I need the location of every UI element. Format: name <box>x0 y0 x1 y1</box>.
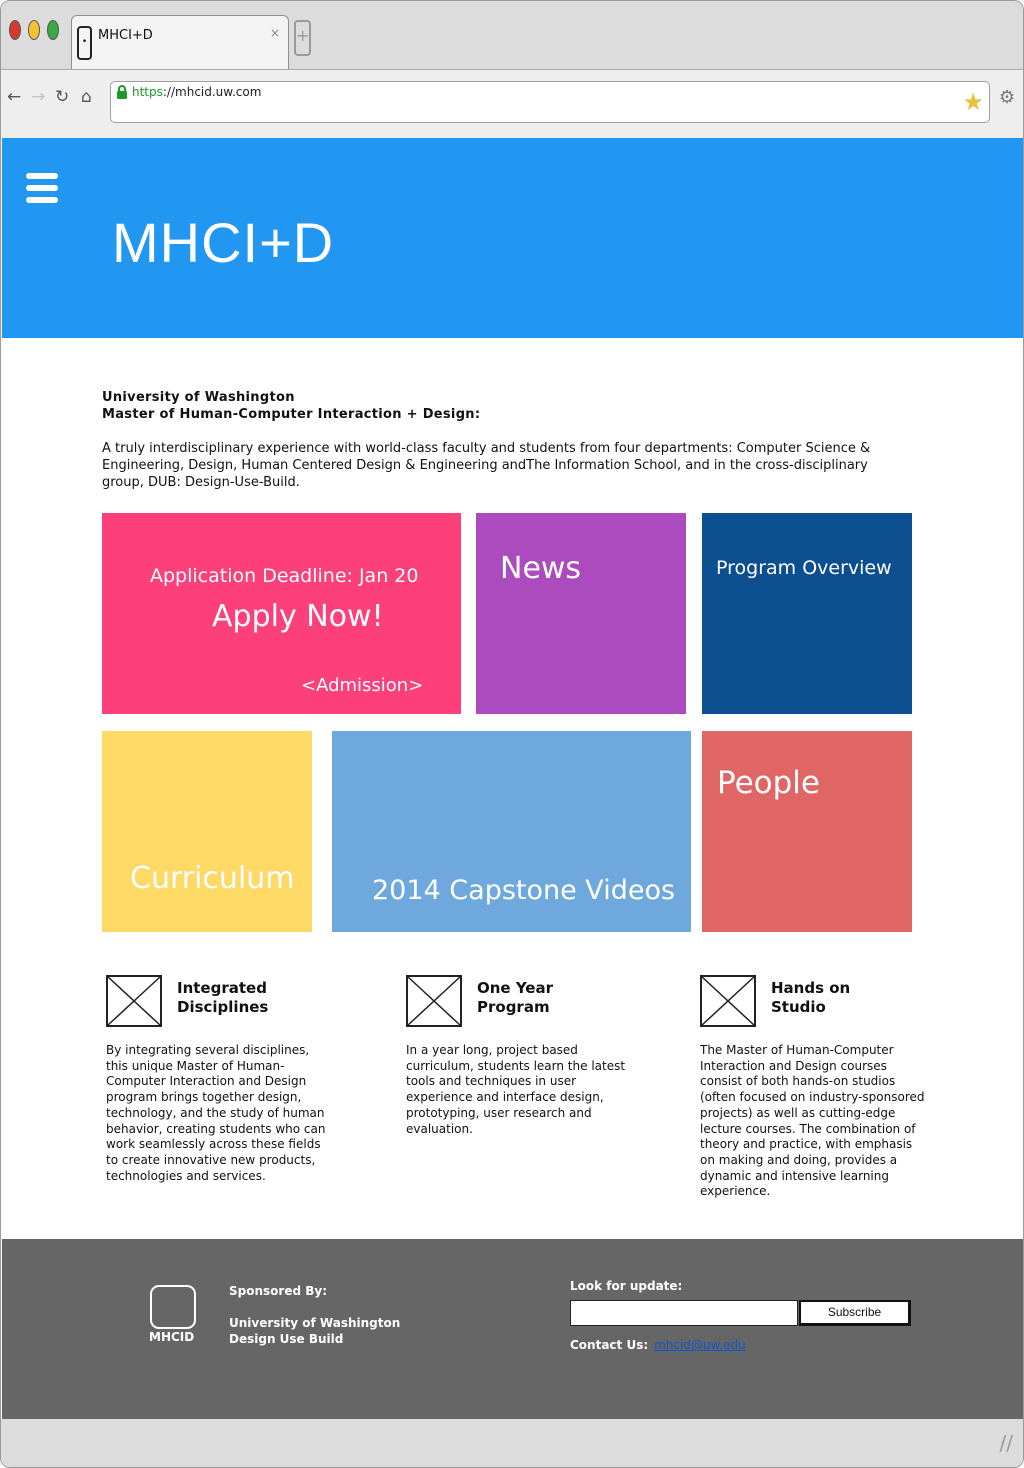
sponsor-dub: Design Use Build <box>229 1332 344 1346</box>
intro-description: A truly interdisciplinary experience wit… <box>102 441 871 490</box>
program-overview-label: Program Overview <box>716 557 892 579</box>
browser-tab[interactable]: • MHCI+D × <box>71 15 289 72</box>
site-footer: MHCID Sponsored By: University of Washin… <box>2 1239 1023 1419</box>
page-favicon-icon: • <box>77 26 92 60</box>
close-tab-icon[interactable]: × <box>270 26 280 40</box>
site-title: MHCI+D <box>112 211 335 274</box>
browser-toolbar: ← → ↻ ⌂ https://mhcid.uw.com ★ ⚙ <box>1 69 1023 138</box>
look-for-update-label: Look for update: <box>570 1279 683 1293</box>
intro-program: Master of Human-Computer Interaction + D… <box>102 407 481 422</box>
feature-title: Integrated Disciplines <box>177 979 269 1016</box>
url-protocol: https <box>132 85 163 99</box>
home-icon[interactable]: ⌂ <box>81 87 92 107</box>
contact-email-link[interactable]: mhcid@uw.edu <box>654 1338 746 1352</box>
sponsor-uw: University of Washington <box>229 1316 401 1330</box>
tab-title: MHCI+D <box>98 28 153 43</box>
feature-body: The Master of Human-Computer Interaction… <box>700 1043 925 1199</box>
admission-link[interactable]: <Admission> <box>301 675 423 696</box>
address-bar[interactable]: https://mhcid.uw.com ★ <box>110 81 990 123</box>
resize-grip-icon[interactable]: // <box>1000 1431 1013 1455</box>
feature-title: One Year Program <box>477 979 554 1016</box>
intro-section: University of Washington Master of Human… <box>102 389 902 491</box>
browser-window: • MHCI+D × + ← → ↻ ⌂ https://mhcid.uw.co… <box>0 0 1024 1468</box>
contact-us: Contact Us: mhcid@uw.edu <box>570 1338 746 1352</box>
hamburger-menu-icon[interactable] <box>26 173 58 203</box>
news-tile[interactable]: News <box>476 513 686 714</box>
sponsored-by-label: Sponsored By: <box>229 1284 327 1298</box>
image-placeholder-icon <box>700 975 756 1027</box>
apply-tile[interactable]: Application Deadline: Jan 20 Apply Now! … <box>102 513 461 714</box>
minimize-window-button[interactable] <box>28 20 40 40</box>
logo-text: MHCID <box>149 1330 195 1344</box>
curriculum-tile[interactable]: Curriculum <box>102 731 312 932</box>
image-placeholder-icon <box>106 975 162 1027</box>
feature-title: Hands on Studio <box>771 979 851 1016</box>
mhcid-logo-icon <box>150 1285 196 1329</box>
browser-titlebar: • MHCI+D × + <box>1 1 1023 72</box>
curriculum-label: Curriculum <box>130 861 295 896</box>
news-tile-label: News <box>500 551 582 586</box>
forward-arrow-icon[interactable]: → <box>31 87 45 107</box>
url-text[interactable]: https://mhcid.uw.com <box>132 85 261 99</box>
email-input[interactable] <box>570 1300 798 1326</box>
new-tab-button[interactable]: + <box>294 20 311 56</box>
feature-body: By integrating several disciplines, this… <box>106 1043 326 1183</box>
reload-icon[interactable]: ↻ <box>55 87 69 107</box>
settings-gear-icon[interactable]: ⚙ <box>999 87 1015 108</box>
intro-university: University of Washington <box>102 390 295 405</box>
bookmark-star-icon[interactable]: ★ <box>962 88 984 116</box>
feature-body: In a year long, project based curriculum… <box>406 1043 626 1136</box>
capstone-videos-label: 2014 Capstone Videos <box>372 875 676 906</box>
program-overview-tile[interactable]: Program Overview <box>702 513 912 714</box>
maximize-window-button[interactable] <box>47 20 59 40</box>
people-tile[interactable]: People <box>702 731 912 932</box>
image-placeholder-icon <box>406 975 462 1027</box>
back-arrow-icon[interactable]: ← <box>7 87 21 107</box>
application-deadline: Application Deadline: Jan 20 <box>150 565 419 587</box>
url-host: ://mhcid.uw.com <box>162 85 262 99</box>
browser-statusbar: // <box>1 1419 1023 1467</box>
people-label: People <box>717 765 820 801</box>
capstone-videos-tile[interactable]: 2014 Capstone Videos <box>332 731 691 932</box>
contact-us-label: Contact Us: <box>570 1338 649 1352</box>
close-window-button[interactable] <box>9 20 21 40</box>
site-header: MHCI+D <box>2 138 1023 338</box>
subscribe-button[interactable]: Subscribe <box>799 1300 911 1326</box>
lock-icon <box>117 85 127 99</box>
apply-now-label: Apply Now! <box>212 599 384 634</box>
